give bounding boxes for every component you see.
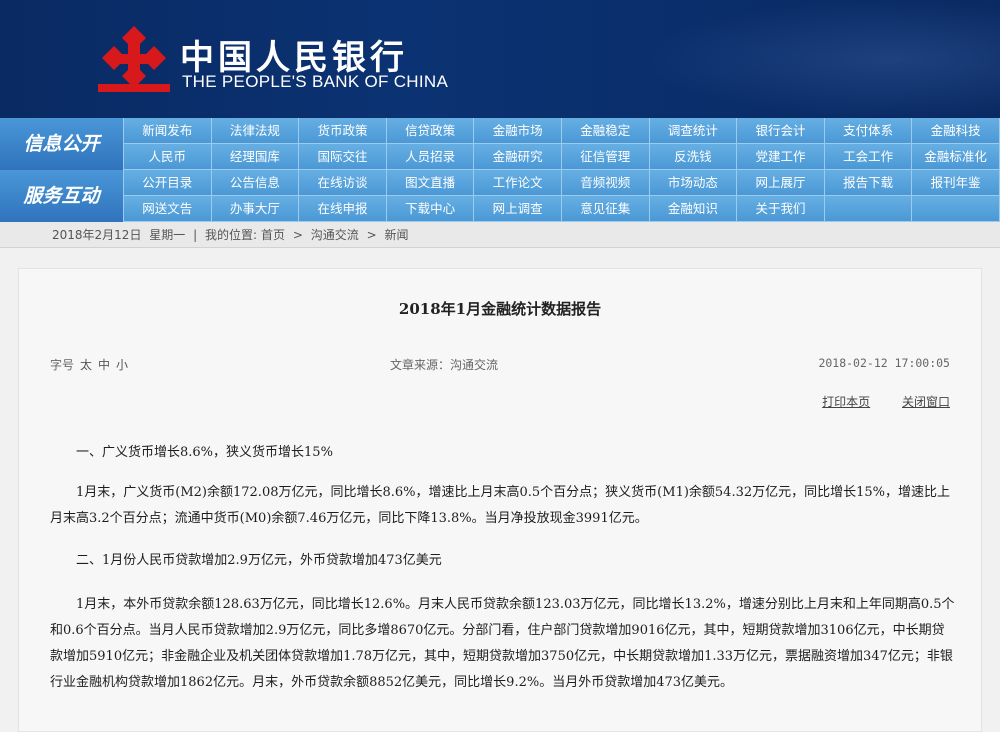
nav-item[interactable]: 网上调查 [474, 196, 562, 222]
breadcrumb-home[interactable]: 首页 [261, 228, 285, 242]
nav-item[interactable]: 网上展厅 [737, 170, 825, 196]
article-tools: 打印本页 关闭窗口 [794, 393, 950, 410]
nav-item[interactable]: 经理国库 [211, 144, 300, 170]
nav-item[interactable]: 调查统计 [649, 118, 738, 144]
nav-item[interactable]: 办事大厅 [211, 196, 300, 222]
nav-empty-cell [824, 196, 913, 222]
font-size-large[interactable]: 太 [80, 358, 92, 372]
nav-item[interactable]: 公开目录 [124, 170, 212, 196]
article-meta: 字号太中小 文章来源：沟通交流 2018-02-12 17:00:05 [50, 356, 950, 376]
nav-item[interactable]: 工作论文 [474, 170, 562, 196]
location-label: 我的位置: [205, 228, 258, 242]
article-paragraph: 二、1月份人民币贷款增加2.9万亿元，外币贷款增加473亿美元 [76, 553, 442, 568]
bank-name-en: THE PEOPLE'S BANK OF CHINA [182, 72, 449, 91]
article-paragraph: 1月末，广义货币(M2)余额172.08万亿元，同比增长8.6%，增速比上月末高… [50, 485, 951, 526]
chevron-right-icon: > [366, 228, 377, 242]
nav-service-group: 服务互动 公开目录 公告信息 在线访谈 图文直播 工作论文 音频视频 市场动态 … [0, 170, 1000, 222]
nav-item[interactable]: 支付体系 [824, 118, 913, 144]
breadcrumb-news[interactable]: 新闻 [385, 228, 409, 242]
nav-item[interactable]: 新闻发布 [124, 118, 212, 144]
separator: | [193, 228, 198, 242]
nav-item[interactable]: 报告下载 [824, 170, 913, 196]
nav-item[interactable]: 金融标准化 [912, 144, 1000, 170]
nav-item[interactable]: 意见征集 [561, 196, 650, 222]
nav-item[interactable]: 工会工作 [824, 144, 913, 170]
nav-item[interactable]: 银行会计 [737, 118, 825, 144]
article-datetime: 2018-02-12 17:00:05 [818, 356, 950, 370]
font-size-small[interactable]: 小 [116, 358, 128, 372]
nav-item[interactable]: 市场动态 [649, 170, 738, 196]
nav-item[interactable]: 音频视频 [561, 170, 650, 196]
nav-item[interactable]: 金融稳定 [561, 118, 650, 144]
nav-item[interactable]: 党建工作 [737, 144, 825, 170]
print-page-link[interactable]: 打印本页 [822, 395, 870, 409]
font-size-control: 字号太中小 [50, 356, 128, 373]
article-source: 文章来源：沟通交流 [390, 358, 499, 372]
current-weekday: 星期一 [149, 228, 186, 242]
nav-item[interactable]: 金融市场 [474, 118, 562, 144]
nav-item[interactable]: 征信管理 [561, 144, 650, 170]
nav-item[interactable]: 人民币 [124, 144, 212, 170]
chevron-right-icon: > [292, 228, 303, 242]
breadcrumb: 2018年2月12日 星期一 | 我的位置: 首页 > 沟通交流 > 新闻 [0, 222, 1000, 248]
nav-item[interactable]: 公告信息 [211, 170, 300, 196]
close-window-link[interactable]: 关闭窗口 [902, 395, 950, 409]
nav-info-group: 信息公开 新闻发布 法律法规 货币政策 信贷政策 金融市场 金融稳定 调查统计 … [0, 118, 1000, 170]
breadcrumb-communication[interactable]: 沟通交流 [311, 228, 359, 242]
nav-item[interactable]: 国际交往 [299, 144, 387, 170]
nav-item[interactable]: 在线访谈 [299, 170, 387, 196]
nav-item[interactable]: 下载中心 [386, 196, 475, 222]
nav-item[interactable]: 网送文告 [124, 196, 212, 222]
nav-info-label: 信息公开 [0, 118, 124, 170]
nav-item[interactable]: 金融知识 [649, 196, 738, 222]
nav-item[interactable]: 在线申报 [299, 196, 387, 222]
article-title: 2018年1月金融统计数据报告 [398, 300, 602, 318]
nav-item[interactable]: 报刊年鉴 [912, 170, 1000, 196]
nav-item[interactable]: 金融科技 [912, 118, 1000, 144]
nav-info-grid: 新闻发布 法律法规 货币政策 信贷政策 金融市场 金融稳定 调查统计 银行会计 … [124, 118, 1000, 170]
nav-item[interactable]: 反洗钱 [649, 144, 738, 170]
nav-service-label: 服务互动 [0, 170, 124, 222]
font-size-medium[interactable]: 中 [98, 358, 110, 372]
current-date: 2018年2月12日 [52, 228, 142, 242]
nav-empty-cell [912, 196, 1000, 222]
nav-service-grid: 公开目录 公告信息 在线访谈 图文直播 工作论文 音频视频 市场动态 网上展厅 … [124, 170, 1000, 222]
nav-item[interactable]: 人员招录 [386, 144, 475, 170]
nav-item[interactable]: 关于我们 [737, 196, 825, 222]
nav-item[interactable]: 金融研究 [474, 144, 562, 170]
font-size-label: 字号 [50, 358, 75, 372]
nav-item[interactable]: 图文直播 [386, 170, 475, 196]
nav-item[interactable]: 法律法规 [211, 118, 300, 144]
pboc-logo-icon[interactable] [94, 24, 174, 96]
article-paragraph: 1月末，本外币贷款余额128.63万亿元，同比增长12.6%。月末人民币贷款余额… [50, 597, 955, 690]
nav-item[interactable]: 信贷政策 [386, 118, 475, 144]
nav-item[interactable]: 货币政策 [299, 118, 387, 144]
site-banner: 中国人民银行 THE PEOPLE'S BANK OF CHINA [0, 0, 1000, 118]
article-paragraph: 一、广义货币增长8.6%，狭义货币增长15% [76, 445, 333, 460]
